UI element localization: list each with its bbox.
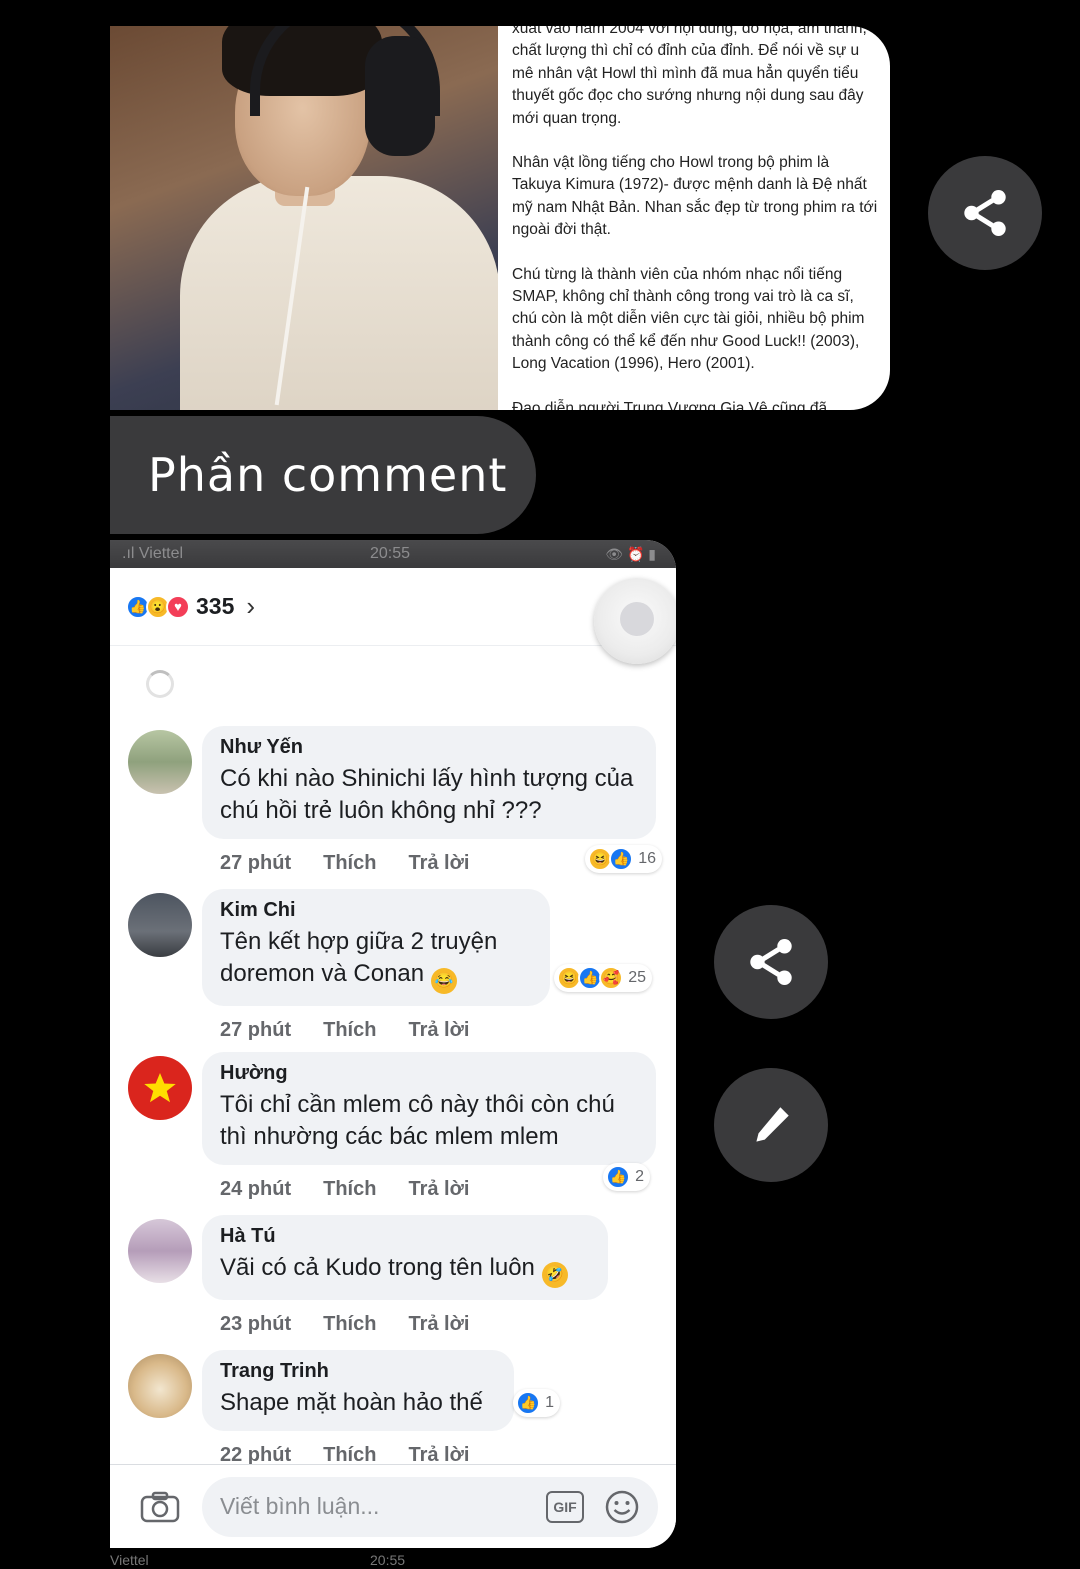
comment-time: 24 phút — [220, 1177, 292, 1200]
comment-reactions[interactable]: 👍 1 — [513, 1389, 560, 1417]
laughing-emoji-icon: 😂 — [430, 968, 457, 994]
comment-author[interactable]: Kim Chi — [220, 899, 532, 922]
avatar[interactable] — [128, 1056, 192, 1120]
comment-reaction-count: 25 — [628, 969, 646, 986]
section-label: Phần comment — [110, 416, 536, 534]
smiley-icon[interactable] — [604, 1489, 640, 1525]
share-button[interactable] — [714, 905, 828, 1019]
comment-reactions[interactable]: 😆 👍 🥰 25 — [554, 964, 652, 992]
comment-bubble[interactable]: Kim Chi Tên kết hợp giữa 2 truyện doremo… — [202, 889, 652, 1006]
like-reaction-icon: 👍 — [516, 1391, 541, 1415]
comment-input[interactable]: Viết bình luận... GIF — [202, 1476, 658, 1537]
reaction-summary[interactable]: 👍 😮 ♥ 335 › — [110, 568, 676, 664]
status-time: 20:55 — [370, 545, 411, 562]
comment-author[interactable]: Hà Tú — [220, 1225, 590, 1248]
comment-text: Tên kết hợp giữa 2 truyện doremon và Con… — [220, 926, 532, 994]
status-icons: 👁 ⏰ ▮ — [605, 545, 656, 562]
camera-icon[interactable] — [140, 1491, 180, 1523]
comment-text: Vãi có cả Kudo trong tên luôn 🤣 — [220, 1252, 590, 1288]
like-link[interactable]: Thích — [323, 1178, 376, 1201]
article-photo — [110, 26, 498, 410]
like-reaction-icon: 👍 — [609, 847, 634, 871]
comment-input-placeholder: Viết bình luận... — [220, 1493, 380, 1519]
comment-meta: 23 phút Thích Trả lời — [202, 1306, 676, 1342]
comment-reaction-count: 1 — [545, 1394, 554, 1411]
comment-text: Có khi nào Shinichi lấy hình tượng của c… — [220, 765, 634, 824]
comment-author[interactable]: Hường — [220, 1062, 638, 1085]
comment-time: 23 phút — [220, 1312, 292, 1335]
article-paragraph: Đạo diễn người Trung Vương Gia Vệ cũng đ… — [512, 399, 828, 410]
like-link[interactable]: Thích — [323, 852, 376, 875]
comment-reactions[interactable]: 👍 2 — [603, 1163, 650, 1191]
comment-item: Như Yến Có khi nào Shinichi lấy hình tượ… — [110, 726, 676, 889]
comment-bubble[interactable]: Hà Tú Vãi có cả Kudo trong tên luôn 🤣 — [202, 1215, 608, 1300]
article-text: xuất vào năm 2004 với nội dung, đồ họa, … — [498, 26, 890, 410]
pencil-icon — [756, 1107, 789, 1142]
next-screenshot-edge: Viettel 20:55 — [110, 1552, 676, 1569]
avatar[interactable] — [128, 730, 192, 794]
article-paragraph: xuất vào năm 2004 với nội dung, đồ họa, … — [512, 26, 867, 127]
comment-author[interactable]: Như Yến — [220, 736, 638, 759]
signal-icon: .ıl — [122, 545, 139, 562]
chevron-right-icon: › — [246, 591, 256, 621]
section-label-text: Phần comment — [148, 448, 508, 502]
comment-item: Hà Tú Vãi có cả Kudo trong tên luôn 🤣 23… — [110, 1215, 676, 1350]
article-card: xuất vào năm 2004 với nội dung, đồ họa, … — [110, 26, 890, 410]
comment-composer: Viết bình luận... GIF — [110, 1464, 676, 1548]
comment-bubble[interactable]: Trang Trinh Shape mặt hoàn hảo thế 👍 1 — [202, 1350, 560, 1431]
comment-reaction-count: 16 — [638, 850, 656, 867]
avatar[interactable] — [128, 1354, 192, 1418]
reply-link[interactable]: Trả lời — [408, 852, 469, 875]
article-paragraph: Nhân vật lồng tiếng cho Howl trong bộ ph… — [512, 154, 878, 239]
phone-screenshot: .ıl Viettel 20:55 👁 ⏰ ▮ 👍 😮 ♥ 335 › Như … — [110, 540, 676, 1548]
rofl-emoji-icon: 🤣 — [541, 1262, 568, 1288]
comment-time: 27 phút — [220, 851, 292, 874]
sticker-avatar[interactable] — [594, 578, 676, 664]
avatar[interactable] — [128, 1219, 192, 1283]
reply-link[interactable]: Trả lời — [408, 1313, 469, 1336]
comment-text: Tôi chỉ cần mlem cô này thôi còn chú thì… — [220, 1091, 615, 1150]
comment-reactions[interactable]: 😆 👍 16 — [585, 845, 662, 873]
like-link[interactable]: Thích — [323, 1019, 376, 1042]
comment-item: Hường Tôi chỉ cần mlem cô này thôi còn c… — [110, 1052, 676, 1215]
comment-list: Như Yến Có khi nào Shinichi lấy hình tượ… — [110, 726, 676, 1485]
share-icon — [750, 939, 792, 985]
care-reaction-icon: 🥰 — [599, 966, 624, 990]
star-icon — [144, 1073, 176, 1103]
share-icon — [964, 190, 1006, 236]
comment-reaction-count: 2 — [635, 1168, 644, 1185]
comment-time: 27 phút — [220, 1018, 292, 1041]
comment-item: Kim Chi Tên kết hợp giữa 2 truyện doremo… — [110, 889, 676, 1052]
reply-link[interactable]: Trả lời — [408, 1178, 469, 1201]
carrier-label: Viettel — [110, 1552, 149, 1568]
carrier-label: Viettel — [138, 545, 184, 562]
article-paragraph: Chú từng là thành viên của nhóm nhạc nổi… — [512, 265, 865, 373]
comment-author[interactable]: Trang Trinh — [220, 1360, 496, 1383]
reply-link[interactable]: Trả lời — [408, 1019, 469, 1042]
comment-bubble[interactable]: Hường Tôi chỉ cần mlem cô này thôi còn c… — [202, 1052, 656, 1191]
comment-text: Shape mặt hoàn hảo thế — [220, 1389, 483, 1416]
status-bar: .ıl Viettel 20:55 👁 ⏰ ▮ — [110, 540, 676, 568]
love-reaction-icon: ♥ — [166, 594, 190, 619]
avatar[interactable] — [128, 893, 192, 957]
status-time: 20:55 — [370, 1552, 406, 1568]
comment-meta: 27 phút Thích Trả lời — [202, 1012, 676, 1048]
edit-button[interactable] — [714, 1068, 828, 1182]
like-reaction-icon: 👍 — [606, 1165, 631, 1189]
gif-button[interactable]: GIF — [546, 1490, 584, 1523]
loading-spinner-icon — [146, 670, 174, 698]
comment-bubble[interactable]: Như Yến Có khi nào Shinichi lấy hình tượ… — [202, 726, 662, 873]
reaction-count: 335 — [196, 593, 235, 619]
like-link[interactable]: Thích — [323, 1313, 376, 1336]
share-button[interactable] — [928, 156, 1042, 270]
